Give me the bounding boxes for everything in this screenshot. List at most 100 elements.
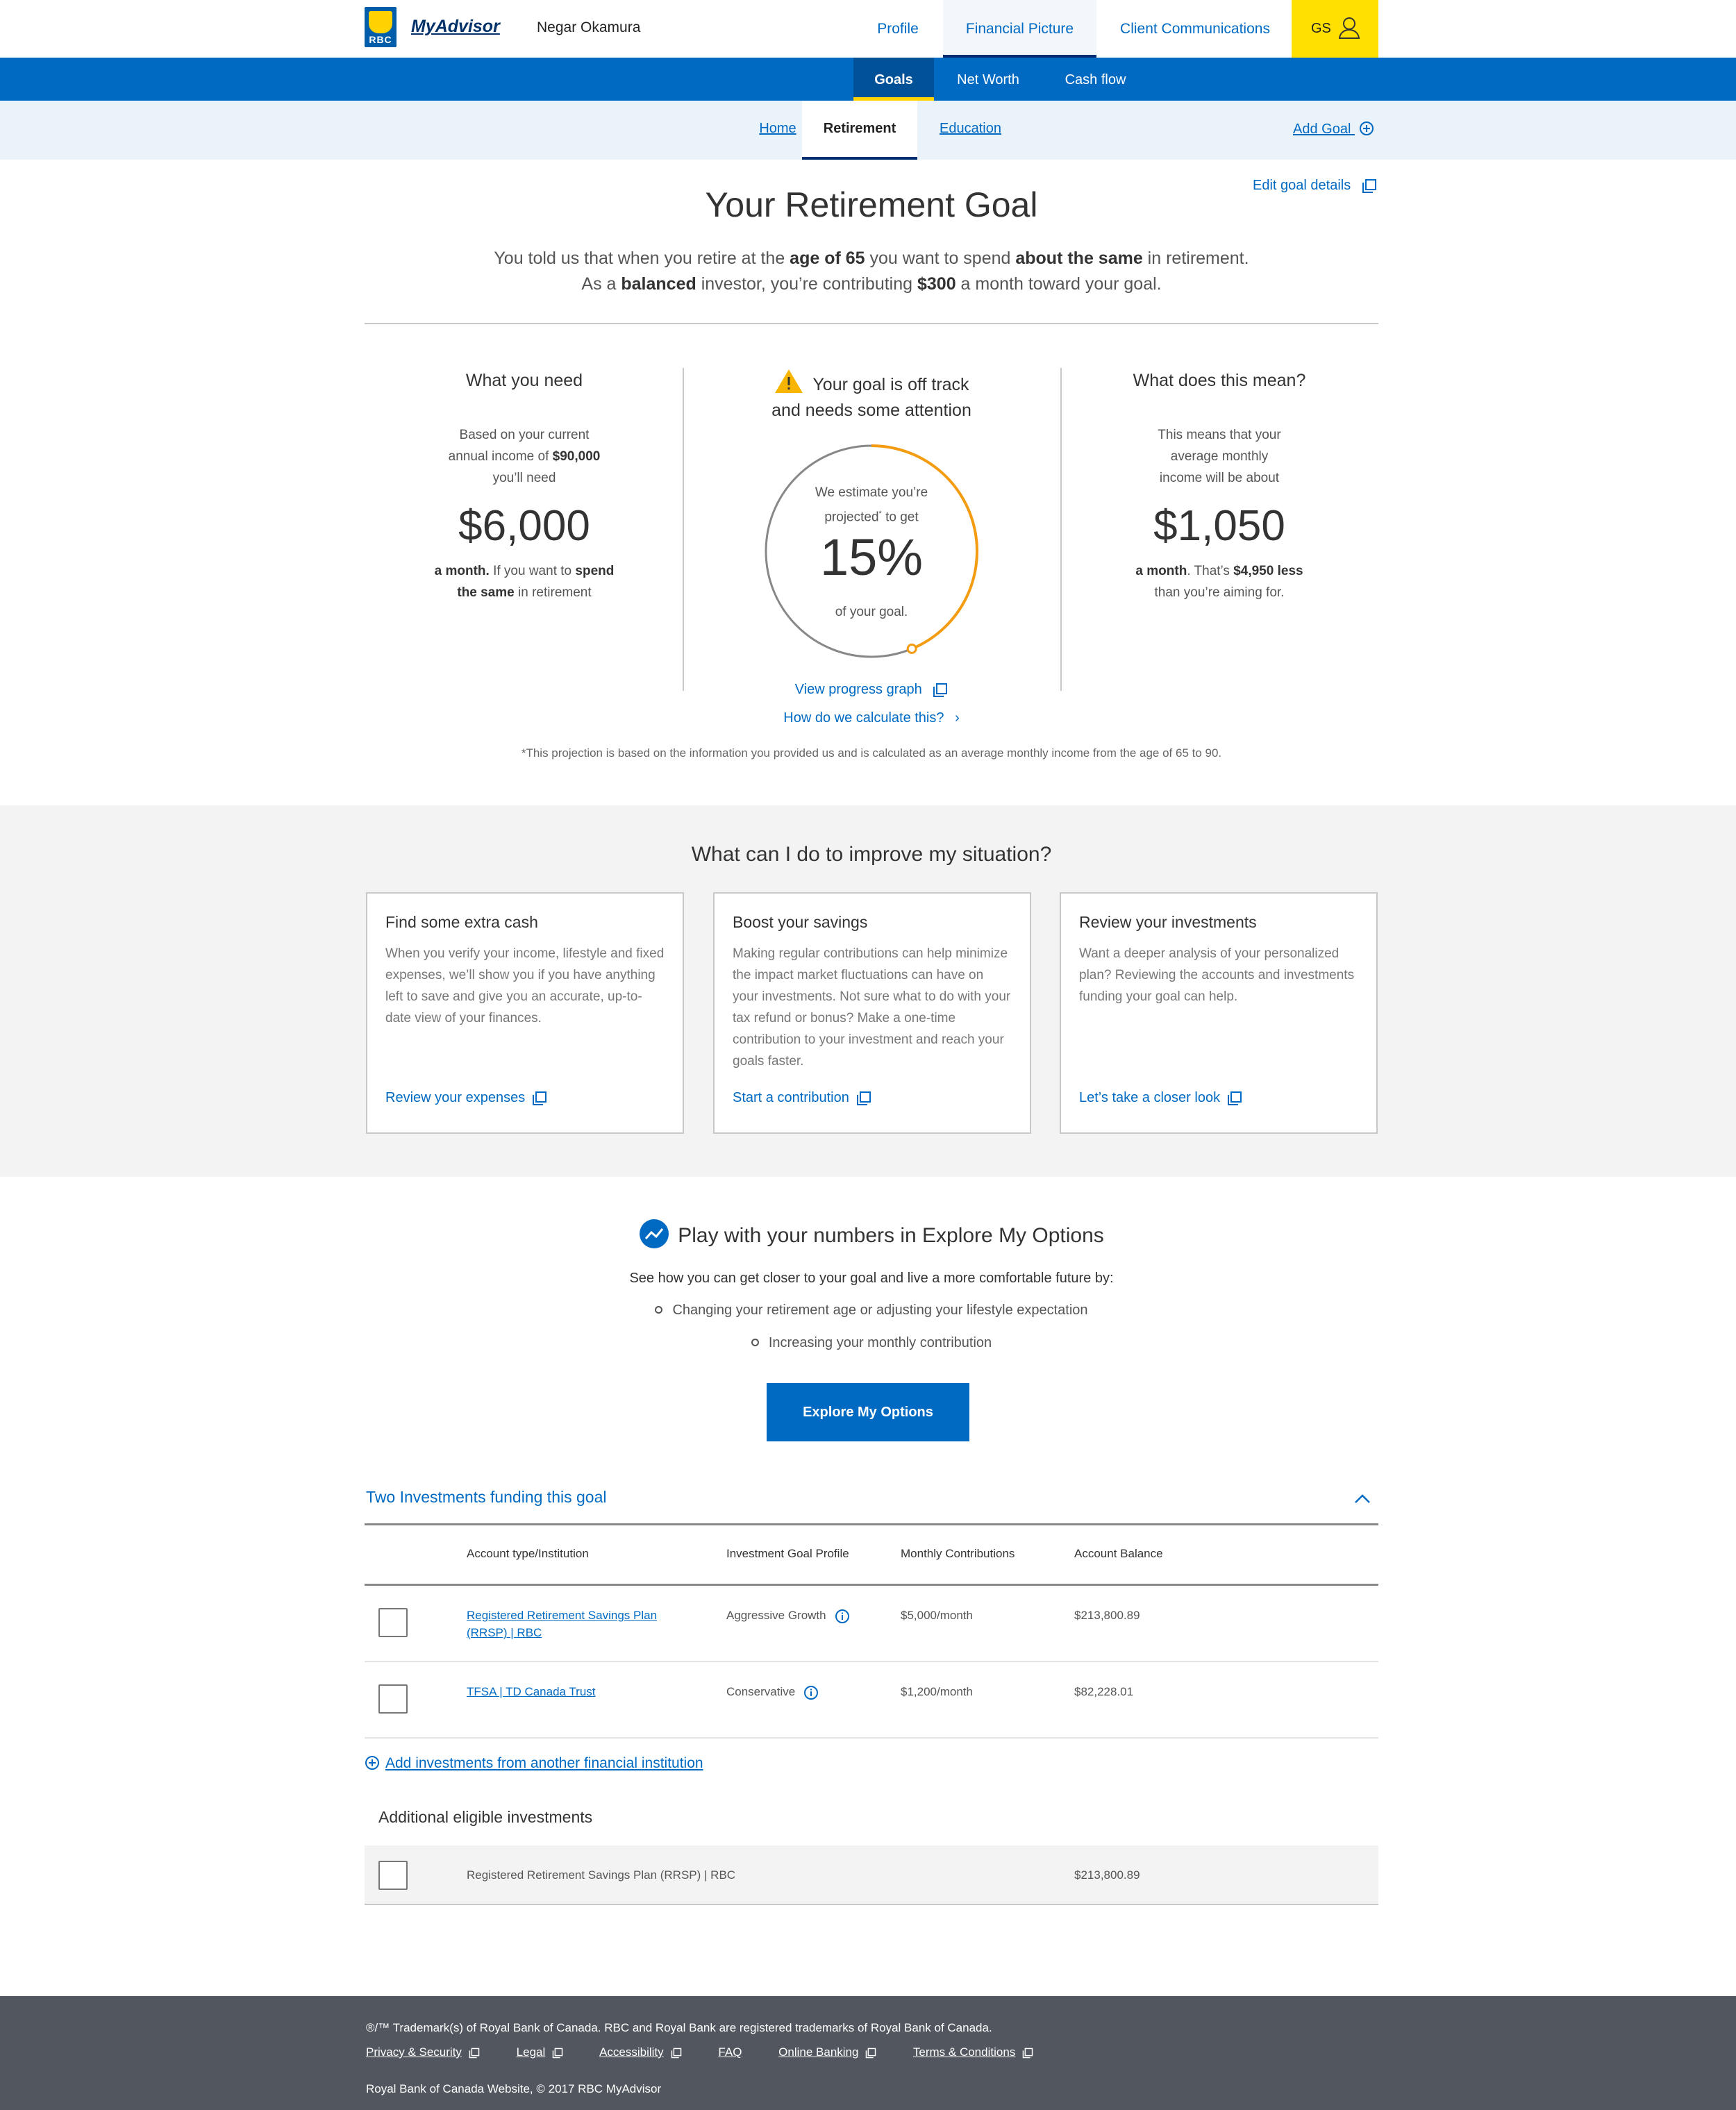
- card-body: Making regular contributions can help mi…: [733, 946, 1011, 1069]
- bullet-text: Increasing your monthly contribution: [768, 1335, 992, 1350]
- row-checkbox[interactable]: [378, 1684, 408, 1714]
- tab-education[interactable]: Education: [940, 121, 1001, 136]
- review-expenses-link[interactable]: Review your expenses: [385, 1090, 547, 1106]
- need-description: Based on your current annual income of $…: [385, 424, 663, 489]
- explore-lead: See how you can get closer to your goal …: [629, 1271, 1114, 1286]
- nav-financial-picture[interactable]: Financial Picture: [943, 0, 1096, 58]
- need-text: a month.: [434, 564, 490, 578]
- row-profile: Aggressive Growth: [726, 1607, 850, 1624]
- how-we-calculate-label: How do we calculate this?: [783, 710, 944, 726]
- how-we-calculate-link[interactable]: How do we calculate this? ›: [694, 710, 1049, 726]
- status-line-1: Your goal is off track: [812, 375, 969, 394]
- warning-icon: [775, 369, 803, 393]
- meaning-description: This means that your average monthly inc…: [1080, 424, 1358, 489]
- bullet-text: Changing your retirement age or adjustin…: [672, 1303, 1088, 1318]
- add-investments-link[interactable]: Add investments from another financial i…: [365, 1755, 703, 1772]
- divider: [365, 1661, 1378, 1662]
- need-footer: a month. If you want to spend the same i…: [385, 560, 663, 603]
- footer-link-faq[interactable]: FAQ: [718, 2045, 742, 2059]
- profile-text: Aggressive Growth: [726, 1609, 826, 1622]
- footer-link-label: Privacy & Security: [366, 2045, 462, 2059]
- start-contribution-link[interactable]: Start a contribution: [733, 1090, 871, 1106]
- subnav-goals[interactable]: Goals: [853, 58, 934, 101]
- external-window-icon: [1228, 1091, 1242, 1105]
- tab-home[interactable]: Home: [759, 121, 796, 136]
- bullet-icon: [751, 1339, 759, 1346]
- projection-footnote: *This projection is based on the informa…: [521, 746, 1222, 760]
- footer-link-terms[interactable]: Terms & Conditions: [913, 2045, 1033, 2059]
- intro-investor-type: balanced: [621, 274, 696, 294]
- explore-title-text: Play with your numbers in Explore My Opt…: [678, 1224, 1104, 1247]
- card-boost-savings: Boost your savings Making regular contri…: [713, 892, 1031, 1134]
- account-link[interactable]: Registered Retirement Savings Plan: [467, 1607, 657, 1624]
- account-link[interactable]: TFSA | TD Canada Trust: [467, 1683, 596, 1700]
- footer: ®/™ Trademark(s) of Royal Bank of Canada…: [0, 1996, 1736, 2110]
- card-link-label: Review your expenses: [385, 1090, 526, 1105]
- chevron-up-icon[interactable]: [1354, 1493, 1371, 1504]
- account-link[interactable]: (RRSP) | RBC: [467, 1624, 657, 1641]
- need-text: the same: [457, 585, 515, 600]
- divider: [365, 323, 1378, 324]
- page-title: Your Retirement Goal: [705, 185, 1038, 224]
- additional-investment-row: Registered Retirement Savings Plan (RRSP…: [365, 1845, 1378, 1905]
- footer-link-online-banking[interactable]: Online Banking: [778, 2045, 876, 2059]
- nav-profile[interactable]: Profile: [854, 0, 942, 58]
- tab-retirement[interactable]: Retirement: [802, 101, 917, 160]
- meaning-text: This means that your: [1158, 428, 1281, 442]
- footer-link-label: Online Banking: [778, 2045, 859, 2059]
- closer-look-link[interactable]: Let’s take a closer look: [1079, 1090, 1242, 1106]
- monthly-need-amount: $6,000: [458, 502, 590, 550]
- header-balance: Account Balance: [1074, 1547, 1163, 1560]
- footer-link-accessibility[interactable]: Accessibility: [599, 2045, 682, 2059]
- table-row-account[interactable]: TFSA | TD Canada Trust: [467, 1683, 596, 1700]
- add-goal-link[interactable]: Add Goal: [1293, 121, 1374, 137]
- subnav-cash-flow[interactable]: Cash flow: [1042, 58, 1149, 101]
- need-text: spend: [575, 564, 615, 578]
- subnav-net-worth[interactable]: Net Worth: [939, 58, 1037, 101]
- projected-income-amount: $1,050: [1153, 502, 1285, 550]
- intro-retire-age: age of 65: [790, 249, 865, 268]
- rbc-logo[interactable]: RBC: [365, 7, 397, 47]
- table-row-account[interactable]: Registered Retirement Savings Plan (RRSP…: [467, 1607, 657, 1641]
- profile-text: Conservative: [726, 1685, 796, 1698]
- intro-text: a month toward your goal.: [955, 274, 1162, 294]
- info-icon[interactable]: [803, 1685, 819, 1700]
- row-profile: Conservative: [726, 1683, 819, 1700]
- footer-link-privacy[interactable]: Privacy & Security: [366, 2045, 480, 2059]
- row-checkbox[interactable]: [378, 1608, 408, 1637]
- account-menu-button[interactable]: GS: [1292, 0, 1378, 58]
- external-window-icon: [856, 1091, 871, 1105]
- additional-investments-title: Additional eligible investments: [378, 1808, 593, 1826]
- explore-bullet: Increasing your monthly contribution: [365, 1335, 1378, 1351]
- nav-client-communications[interactable]: Client Communications: [1104, 0, 1286, 58]
- investments-title[interactable]: Two Investments funding this goal: [366, 1488, 606, 1507]
- brand-name[interactable]: MyAdvisor: [411, 17, 500, 37]
- column-divider: [1060, 368, 1062, 691]
- header-account: Account type/Institution: [467, 1547, 589, 1560]
- progress-percent: 15%: [819, 528, 924, 586]
- view-progress-graph-link[interactable]: View progress graph: [694, 682, 1049, 698]
- view-progress-graph-label: View progress graph: [794, 682, 922, 697]
- status-line-2: and needs some attention: [771, 401, 971, 420]
- header-monthly: Monthly Contributions: [901, 1547, 1015, 1560]
- card-body: When you verify your income, lifestyle a…: [385, 946, 665, 1025]
- footer-link-legal[interactable]: Legal: [517, 2045, 564, 2059]
- footer-links: Privacy & Security Legal Accessibility F…: [366, 2045, 1067, 2059]
- trend-chart-icon: [640, 1219, 669, 1248]
- explore-my-options-button[interactable]: Explore My Options: [767, 1383, 969, 1441]
- add-investments-label: Add investments from another financial i…: [385, 1755, 703, 1771]
- intro-contribution: $300: [917, 274, 956, 294]
- info-icon[interactable]: [835, 1609, 850, 1624]
- intro-text: you want to spend: [865, 249, 1016, 268]
- page: RBC MyAdvisor Negar Okamura Profile Fina…: [0, 0, 1736, 2110]
- chevron-right-icon: ›: [955, 710, 960, 726]
- explore-bullet: Changing your retirement age or adjustin…: [365, 1303, 1378, 1318]
- copyright-text: Royal Bank of Canada Website, © 2017 RBC…: [366, 2082, 662, 2095]
- intro-text: You told us that when you retire at the: [494, 249, 790, 268]
- row-checkbox[interactable]: [378, 1861, 408, 1890]
- footer-link-label: Legal: [516, 2045, 546, 2059]
- row-monthly: $1,200/month: [901, 1685, 973, 1698]
- plus-circle-icon: [1359, 121, 1374, 135]
- lion-shield-icon: [369, 11, 392, 33]
- external-window-icon: [469, 2048, 480, 2058]
